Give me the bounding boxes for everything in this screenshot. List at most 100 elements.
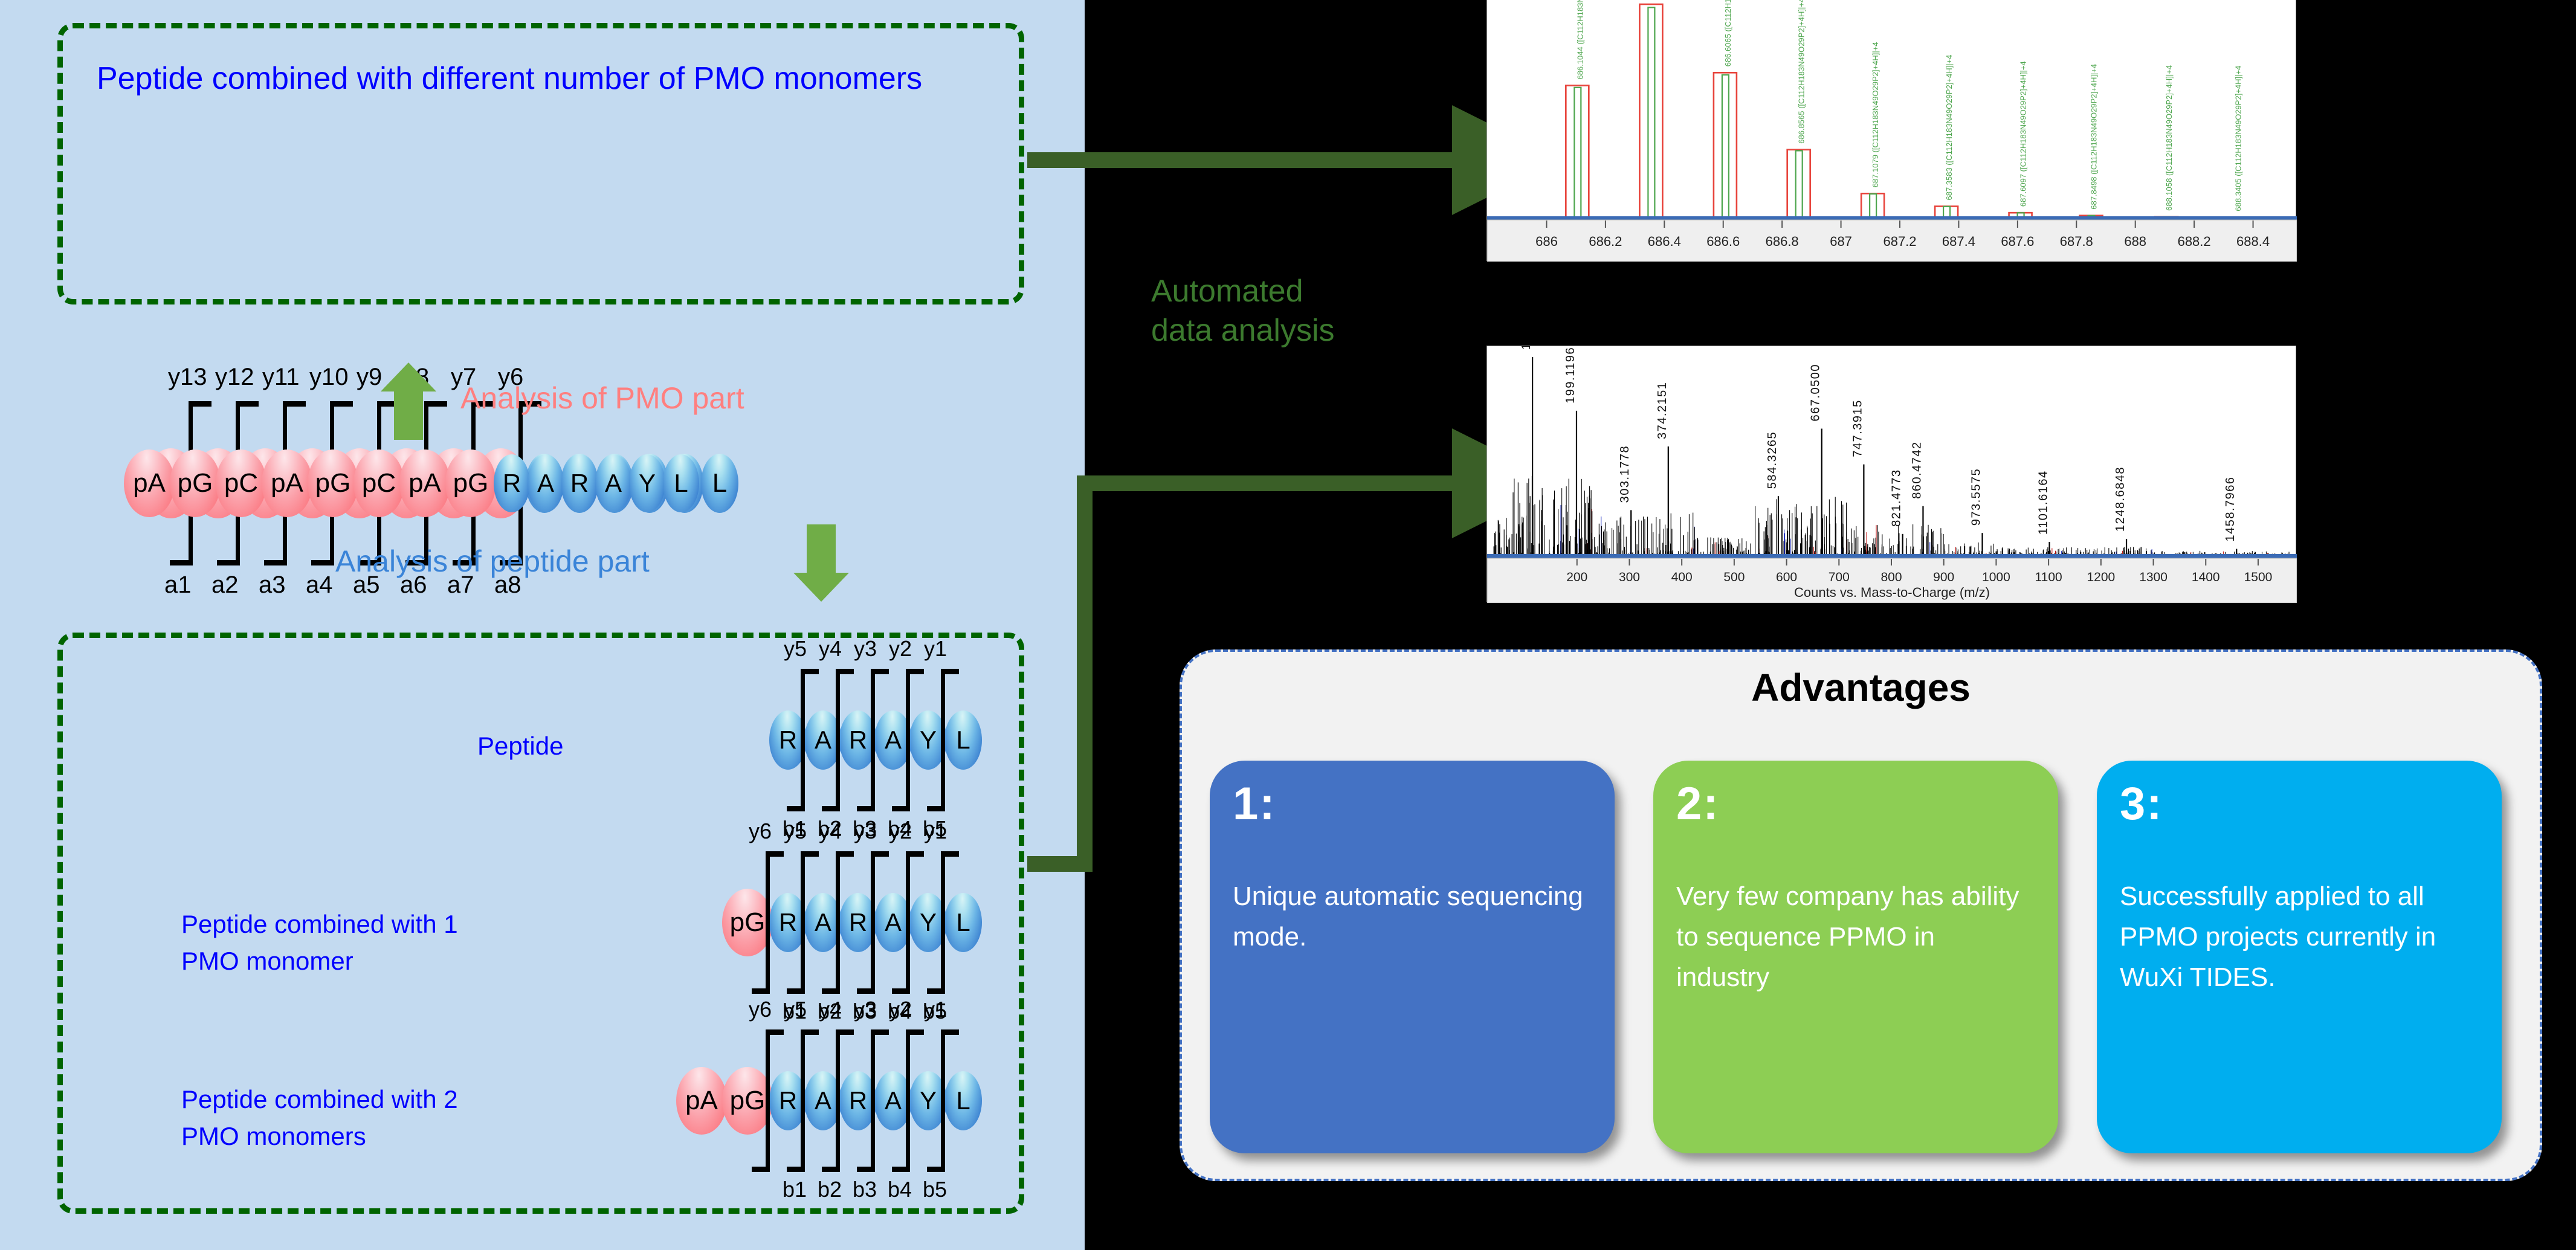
amino-acid-oval: A [595,454,631,512]
x-axis-title: Counts vs. Mass-to-Charge (m/z) [1794,585,1990,600]
isotope-spectrum-canvas: 686.1044 ([C112H183N49O29P2]+4H]|+4686.3… [1487,0,2297,262]
amino-acid-oval: A [528,454,564,512]
b-ion-label: b1 [783,1177,807,1202]
fragment-bracket [941,851,959,857]
isotope-peak-annotation: 688.1058 ([C112H183N49O29P2]+4H]|+4 [2164,65,2174,211]
x-axis-tick-label: 686.8 [1766,234,1799,249]
y-ion-label: y3 [854,819,877,843]
b-ion-label: b5 [923,1177,947,1202]
y-ion-label: y2 [889,997,912,1022]
b-ion-label: b3 [853,1177,877,1202]
x-axis-tick-label: 688 [2124,234,2146,249]
fragment-bracket [906,1029,924,1035]
advantage-number: 1: [1233,778,1276,830]
fragment-bracket [752,1167,770,1172]
advantage-number: 3: [2120,778,2163,830]
automated-analysis-label-group: Automated data analysis [1151,272,1335,350]
x-axis-tick-label: 686.6 [1706,234,1740,249]
fragment-bracket [871,1029,889,1035]
advantages-card-list: 1: Unique automatic sequencing mode. 2: Ver… [1210,761,2518,1153]
fragment-bracket [836,851,854,857]
y-ion-label: y13 [168,364,207,390]
x-axis-tick-label: 900 [1933,570,1954,584]
advantage-card-2[interactable]: 2: Very few company has ability to sequen… [1653,761,2058,1153]
y-ion-label: y6 [749,819,772,843]
x-axis-tick-label: 1200 [2087,570,2115,584]
fragment-peak-label: 115.0868 [1520,346,1533,350]
fragment-bracket [189,401,211,407]
sequence-row-label-line1: Peptide combined with 1 [181,910,458,938]
fragment-bracket [941,669,945,811]
fragment-peak-label: 374.2151 [1656,382,1669,439]
fragment-bracket [871,669,889,674]
isotope-peak-annotation: 687.6097 ([C112H183N49O29P2]+4H]|+4 [2019,61,2028,207]
fragment-peak-label: 821.4773 [1890,469,1903,526]
x-axis-tick-label: 1400 [2192,570,2220,584]
fragment-bracket [906,851,924,857]
fragment-bracket [906,669,924,674]
y-ion-label: y4 [819,636,842,661]
fragment-bracket [330,401,353,407]
b-ion-label: b4 [888,1177,912,1202]
x-axis-tick-label: 687.2 [1883,234,1916,249]
observed-isotope-bar [1565,85,1590,219]
advantages-panel: Advantages 1: Unique automatic sequencing… [1180,649,2542,1181]
x-axis-tick-label: 686 [1535,234,1558,249]
y-ion-label: y4 [819,819,842,843]
isotope-peak-annotation: 686.6065 ([C112H183N49O29P2]+4H]|+4 [1723,0,1732,66]
advantage-text: Very few company has ability to sequence… [1676,881,2019,992]
amino-acid-oval: R [561,454,598,512]
x-axis-tick-label: 688.4 [2236,234,2270,249]
msms-spectrum-canvas: 115.0868 199.1196 303.1778 374.2151 584.3265… [1487,346,2297,603]
fragment-bracket [836,669,854,674]
b-ion-label: b2 [818,1177,842,1202]
pmo-monomer-oval: pA [676,1067,727,1135]
fragment-bracket [857,988,875,994]
fragment-peak-label: 584.3265 [1766,431,1779,489]
sequence-row-label: Peptide combined with 1 PMO monomer [181,906,458,980]
isotope-peak-annotation: 686.1044 ([C112H183N49O29P2]+4H]|+4 [1575,0,1584,80]
fragment-bracket [892,988,910,994]
x-axis-tick-label: 687.8 [2060,234,2093,249]
advantage-number: 2: [1676,778,1720,830]
fragment-bracket [871,1029,875,1172]
isotope-peak-annotation: 687.1079 ([C112H183N49O29P2]+4H]|+4 [1871,42,1880,187]
fragment-peak-label: 747.3915 [1851,399,1864,457]
x-axis-tick-label: 687 [1830,234,1852,249]
fragment-peak-label: 973.5575 [1969,468,1983,526]
fragment-bracket [906,669,910,811]
fragment-bracket [801,851,819,857]
fragment-peak-label: 1101.6164 [2037,470,2050,535]
x-axis-tick-label: 686.4 [1648,234,1681,249]
top-box-title: Peptide combined with different number o… [97,61,923,96]
x-axis-tick-label: 687.4 [1942,234,1975,249]
fragment-peak-label: 199.1196 [1564,347,1577,404]
x-axis-tick-label: 1100 [2035,570,2062,584]
x-axis-tick-label: 688.2 [2178,234,2211,249]
fragment-bracket [941,669,959,674]
amino-acid-oval: L [944,710,982,770]
theoretical-isotope-bar [1869,193,1877,219]
fragment-bracket [283,401,306,407]
a-ion-label: a1 [164,572,192,598]
y-ion-label: y1 [924,819,947,843]
x-axis-tick-label: 800 [1880,570,1902,584]
amino-acid-oval: Y [629,454,665,512]
y-ion-label: y4 [819,997,842,1022]
y-ion-label: y5 [784,997,807,1022]
observed-isotope-bar [1860,192,1885,219]
x-axis-tick-label: 1300 [2139,570,2168,584]
pmo-monomer-oval: pG [170,449,221,517]
automated-label-line1: Automated [1151,274,1303,309]
fragment-bracket [871,669,875,811]
advantage-card-1[interactable]: 1: Unique automatic sequencing mode. [1210,761,1615,1153]
fragment-bracket [836,1029,854,1035]
observed-isotope-bar [1639,3,1664,219]
x-axis-tick-label: 1500 [2244,570,2273,584]
fragment-bracket [801,669,805,811]
theoretical-isotope-bar [1574,86,1582,219]
pmo-monomer-oval: pA [124,449,175,517]
fragment-bracket [311,560,334,565]
advantage-card-3[interactable]: 3: Successfully applied to all PPMO proje… [2097,761,2502,1153]
y-ion-label: y11 [262,364,300,390]
